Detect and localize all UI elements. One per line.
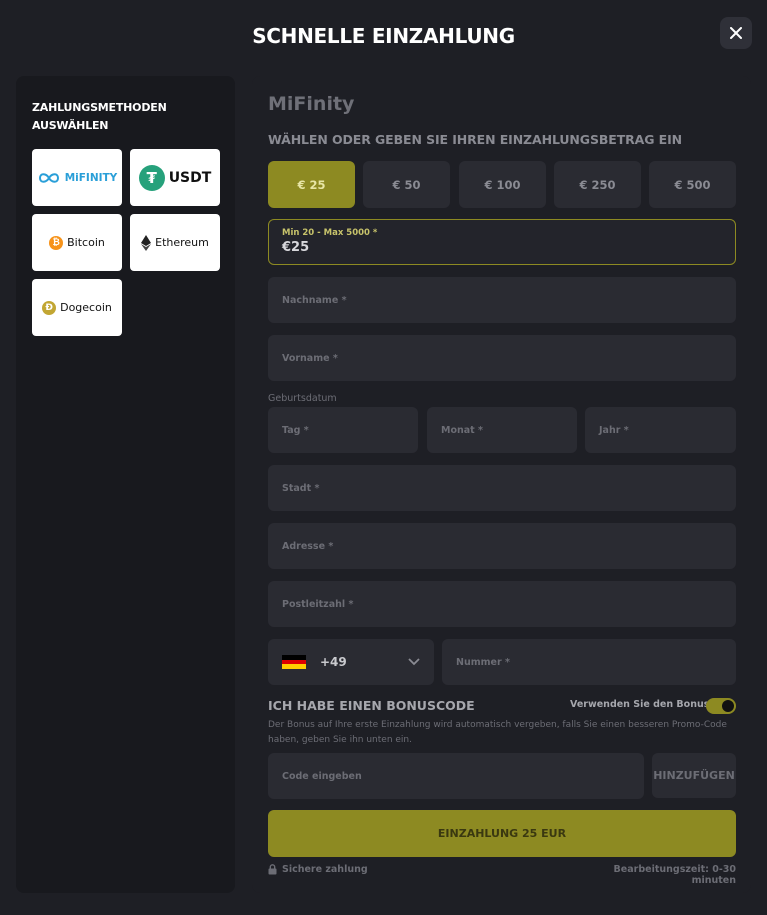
close-icon	[730, 27, 742, 39]
bonus-title: ICH HABE EINEN BONUSCODE	[268, 698, 475, 713]
modal-title: SCHNELLE EINZAHLUNG	[252, 24, 515, 48]
payment-method-label: Dogecoin	[60, 301, 112, 314]
address-field[interactable]: Adresse *	[268, 523, 736, 569]
payment-method-label: MiFINITY	[64, 171, 118, 184]
phone-prefix: +49	[320, 655, 347, 669]
amount-button-50[interactable]: € 50	[363, 161, 450, 208]
payment-method-usdt[interactable]: ₮ USDT	[130, 149, 220, 206]
last-name-field[interactable]: Nachname *	[268, 277, 736, 323]
birth-day-field[interactable]: Tag *	[268, 407, 418, 453]
bonus-description: Der Bonus auf Ihre erste Einzahlung wird…	[268, 720, 727, 745]
field-placeholder: Jahr *	[599, 424, 629, 436]
field-placeholder: Nummer *	[456, 656, 510, 668]
field-placeholder: Stadt *	[282, 482, 320, 494]
deposit-submit-button[interactable]: EINZAHLUNG 25 EUR	[268, 810, 736, 857]
amount-input-value: €25	[282, 240, 310, 255]
phone-country-select[interactable]: +49	[268, 639, 434, 685]
city-field[interactable]: Stadt *	[268, 465, 736, 511]
phone-number-field[interactable]: Nummer *	[442, 639, 736, 685]
field-placeholder: Vorname *	[282, 352, 338, 364]
first-name-field[interactable]: Vorname *	[268, 335, 736, 381]
birth-month-field[interactable]: Monat *	[427, 407, 577, 453]
zip-field[interactable]: Postleitzahl *	[268, 581, 736, 627]
payment-method-bitcoin[interactable]: ₿ Bitcoin	[32, 214, 122, 271]
amount-input[interactable]: Min 20 - Max 5000 * €25	[268, 219, 736, 265]
lock-icon	[268, 864, 277, 875]
field-placeholder: Monat *	[441, 424, 483, 436]
field-placeholder: Tag *	[282, 424, 309, 436]
amount-section-title: WÄHLEN ODER GEBEN SIE IHREN EINZAHLUNGSB…	[268, 132, 683, 147]
payment-method-ethereum[interactable]: Ethereum	[130, 214, 220, 271]
bonus-toggle[interactable]	[706, 698, 736, 714]
payment-method-label: Ethereum	[155, 236, 209, 249]
tether-icon: ₮	[138, 164, 165, 191]
payment-method-label: USDT	[168, 169, 212, 186]
chevron-down-icon	[408, 658, 420, 666]
brand-title: MiFinity	[268, 93, 355, 115]
add-bonus-button[interactable]: HINZUFÜGEN	[652, 753, 736, 798]
payment-method-mifinity[interactable]: MiFINITY	[32, 149, 122, 206]
field-placeholder: Nachname *	[282, 294, 347, 306]
ethereum-icon	[141, 234, 152, 251]
bitcoin-icon: ₿	[49, 235, 64, 250]
secure-payment-label: Sichere zahlung	[282, 864, 368, 875]
bonus-toggle-label: Verwenden Sie den Bonus	[570, 699, 710, 710]
germany-flag-icon	[282, 655, 306, 670]
field-placeholder: Adresse *	[282, 540, 334, 552]
amount-button-25[interactable]: € 25	[268, 161, 355, 208]
dogecoin-icon: Ð	[42, 300, 57, 315]
mifinity-logo-icon	[38, 172, 59, 183]
secure-payment-note: Sichere zahlung	[268, 864, 368, 875]
birth-year-field[interactable]: Jahr *	[585, 407, 736, 453]
amount-button-500[interactable]: € 500	[649, 161, 736, 208]
amount-button-250[interactable]: € 250	[554, 161, 641, 208]
close-button[interactable]	[720, 17, 752, 49]
payment-method-label: Bitcoin	[67, 236, 105, 249]
amount-button-100[interactable]: € 100	[459, 161, 546, 208]
field-placeholder: Postleitzahl *	[282, 598, 354, 610]
birthdate-label: Geburtsdatum	[268, 393, 337, 404]
field-placeholder: Code eingeben	[282, 770, 362, 782]
bonus-code-input[interactable]: Code eingeben	[268, 753, 644, 799]
toggle-knob	[722, 700, 734, 712]
payment-methods-heading: ZAHLUNGSMETHODEN AUSWÄHLEN	[32, 101, 167, 132]
processing-time: Bearbeitungszeit: 0-30 minuten	[613, 864, 736, 886]
amount-input-label: Min 20 - Max 5000 *	[282, 228, 378, 238]
payment-method-dogecoin[interactable]: Ð Dogecoin	[32, 279, 122, 336]
